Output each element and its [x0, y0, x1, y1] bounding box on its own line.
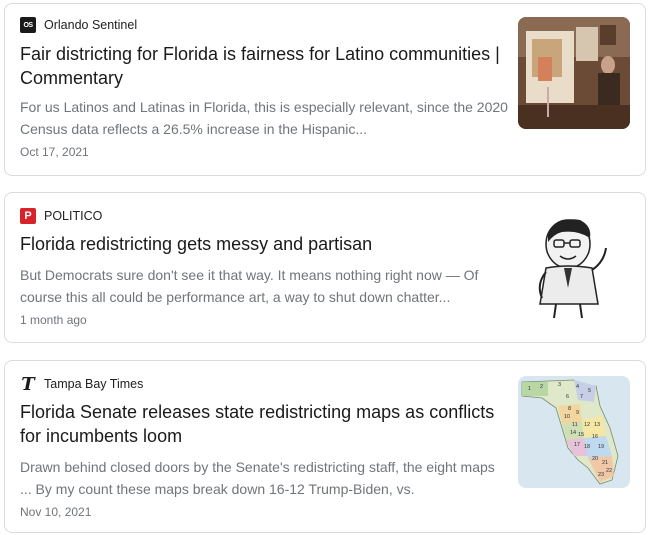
- map-district-label: 23: [598, 472, 604, 478]
- map-district-label: 4: [576, 384, 579, 390]
- map-district-label: 2: [540, 384, 543, 390]
- map-district-label: 17: [574, 442, 580, 448]
- source-line: P POLITICO: [20, 208, 102, 224]
- caricature-icon[interactable]: [518, 208, 630, 320]
- article-date: Nov 10, 2021: [20, 505, 92, 519]
- map-district-label: 3: [558, 382, 561, 388]
- florida-map-icon[interactable]: 1 2 3 4 5 6 7 8 9 10 11 12 13 14 15 16 17 18 19 20 21 22 23: [518, 376, 630, 488]
- article-date: Oct 17, 2021: [20, 145, 89, 159]
- article-title[interactable]: Fair districting for Florida is fairness…: [20, 42, 505, 90]
- source-line: T Tampa Bay Times: [20, 373, 144, 395]
- article-title[interactable]: Florida Senate releases state redistrict…: [20, 400, 505, 448]
- news-card[interactable]: OS Orlando Sentinel Fair districting for…: [4, 3, 646, 176]
- source-line: OS Orlando Sentinel: [20, 17, 137, 33]
- map-district-label: 9: [576, 410, 579, 416]
- map-district-label: 15: [578, 432, 584, 438]
- source-name: Tampa Bay Times: [44, 377, 144, 391]
- map-district-label: 5: [588, 388, 591, 394]
- map-district-label: 10: [564, 414, 570, 420]
- map-district-label: 22: [606, 468, 612, 474]
- map-district-label: 11: [572, 422, 578, 428]
- news-results: OS Orlando Sentinel Fair districting for…: [0, 0, 650, 535]
- article-snippet: For us Latinos and Latinas in Florida, t…: [20, 99, 508, 137]
- tampa-bay-times-logo-icon: T: [21, 373, 35, 395]
- article-snippet: But Democrats sure don't see it that way…: [20, 267, 479, 305]
- map-district-label: 20: [592, 456, 598, 462]
- presentation-photo-icon[interactable]: [518, 17, 630, 129]
- orlando-sentinel-logo-icon: OS: [20, 17, 36, 33]
- map-district-label: 13: [594, 422, 600, 428]
- article-title[interactable]: Florida redistricting gets messy and par…: [20, 232, 505, 256]
- map-district-label: 16: [592, 434, 598, 440]
- map-district-label: 14: [570, 430, 576, 436]
- map-district-label: 19: [598, 444, 604, 450]
- map-district-label: 7: [580, 394, 583, 400]
- politico-logo-icon: P: [20, 208, 36, 224]
- news-card[interactable]: T Tampa Bay Times Florida Senate release…: [4, 360, 646, 533]
- source-name: Orlando Sentinel: [44, 18, 138, 32]
- source-name: POLITICO: [44, 209, 103, 223]
- map-district-label: 1: [528, 386, 531, 392]
- map-district-label: 12: [584, 422, 590, 428]
- map-district-label: 18: [584, 444, 590, 450]
- map-district-label: 6: [566, 394, 569, 400]
- article-snippet: Drawn behind closed doors by the Senate'…: [20, 459, 495, 497]
- article-date: 1 month ago: [20, 313, 87, 327]
- map-district-label: 8: [568, 406, 571, 412]
- map-district-label: 21: [602, 460, 608, 466]
- news-card[interactable]: P POLITICO Florida redistricting gets me…: [4, 192, 646, 343]
